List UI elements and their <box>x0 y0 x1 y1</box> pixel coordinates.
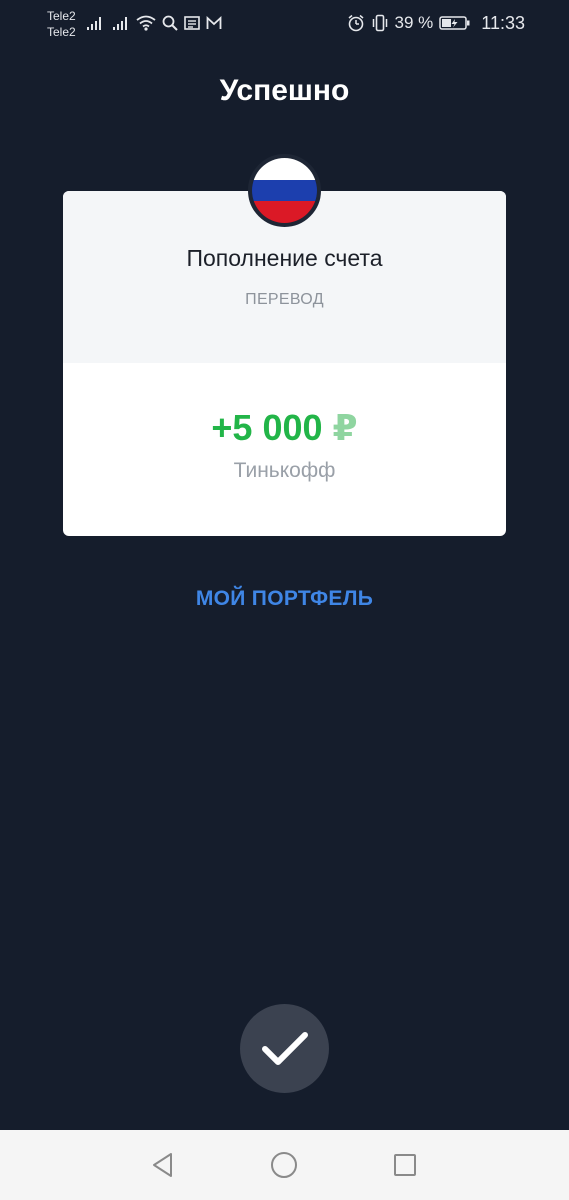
my-portfolio-link[interactable]: МОЙ ПОРТФЕЛЬ <box>0 587 569 611</box>
confirm-button[interactable] <box>240 1004 329 1093</box>
carrier-labels: Tele2 Tele2 <box>47 8 76 40</box>
status-icons-right: 39 % 11:33 <box>347 12 525 34</box>
vibrate-icon <box>372 14 387 32</box>
carrier-1-label: Tele2 <box>47 9 76 23</box>
status-bar: Tele2 Tele2 39 % 11:33 <box>0 0 569 46</box>
wifi-icon <box>136 15 156 31</box>
carrier-2-label: Tele2 <box>47 25 76 39</box>
nav-back-button[interactable] <box>146 1148 180 1182</box>
currency-sign: ₽ <box>332 407 358 448</box>
circle-home-icon <box>271 1152 297 1178</box>
amount-number: +5 000 <box>211 407 323 448</box>
transaction-title: Пополнение счета <box>186 245 383 271</box>
transaction-type: ПЕРЕВОД <box>245 291 324 308</box>
alarm-icon <box>348 14 364 32</box>
nav-home-button[interactable] <box>267 1148 301 1182</box>
nav-recents-button[interactable] <box>388 1148 422 1182</box>
bank-name: Тинькофф <box>233 459 336 482</box>
triangle-back-icon <box>153 1153 172 1177</box>
transaction-card: Пополнение счета ПЕРЕВОД +5 000 ₽ Тинько… <box>63 191 506 536</box>
russia-flag-icon <box>248 154 321 227</box>
mail-icon <box>206 15 222 29</box>
battery-charging-icon <box>439 16 470 30</box>
search-icon <box>162 15 178 31</box>
news-icon <box>184 16 200 30</box>
clock: 11:33 <box>481 12 525 33</box>
signal-2-icon <box>113 17 127 30</box>
signal-1-icon <box>87 17 101 30</box>
amount-value: +5 000 ₽ <box>63 407 506 449</box>
system-nav-bar <box>0 1130 569 1200</box>
checkmark-icon <box>261 1031 308 1065</box>
page-title: Успешно <box>219 74 350 107</box>
status-icons-left <box>86 13 222 33</box>
flag-stripe-white <box>252 158 317 180</box>
square-recents-icon <box>394 1154 416 1176</box>
flag-stripe-blue <box>252 179 317 202</box>
battery-percent: 39 % <box>394 13 434 32</box>
